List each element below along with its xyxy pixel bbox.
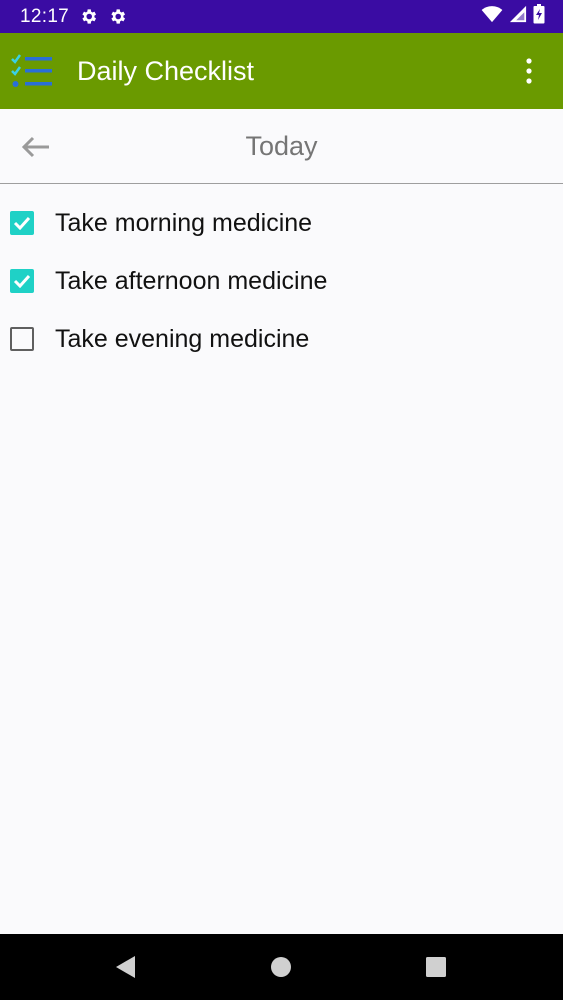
checklist-item-label: Take morning medicine [55,208,313,237]
status-bar: 12:17 [0,0,563,33]
app-bar: Daily Checklist [0,33,563,109]
checklist-item[interactable]: Take evening medicine [0,310,563,368]
checklist-item-label: Take afternoon medicine [55,266,328,295]
checkbox-checked-icon[interactable] [10,211,34,235]
system-nav-bar [0,934,563,1000]
gear-icon [108,7,127,26]
wifi-icon [481,5,503,28]
checkbox-checked-icon[interactable] [10,269,34,293]
recents-square-icon[interactable] [423,954,449,980]
signal-icon [509,5,527,28]
checklist-icon [10,53,54,89]
status-right-icons [481,4,545,29]
home-circle-icon[interactable] [268,954,294,980]
app-title: Daily Checklist [77,55,255,86]
checklist-item[interactable]: Take afternoon medicine [0,252,563,310]
gear-icon [79,7,98,26]
date-title: Today [245,131,318,161]
back-triangle-icon[interactable] [112,954,138,980]
status-time: 12:17 [20,5,70,27]
checkbox-unchecked-icon[interactable] [10,327,34,351]
checklist: Take morning medicine Take afternoon med… [0,194,563,368]
battery-icon [533,4,545,29]
checklist-item[interactable]: Take morning medicine [0,194,563,252]
date-header: Today [0,109,563,184]
more-vert-icon[interactable] [517,51,541,91]
checklist-item-label: Take evening medicine [55,324,310,353]
